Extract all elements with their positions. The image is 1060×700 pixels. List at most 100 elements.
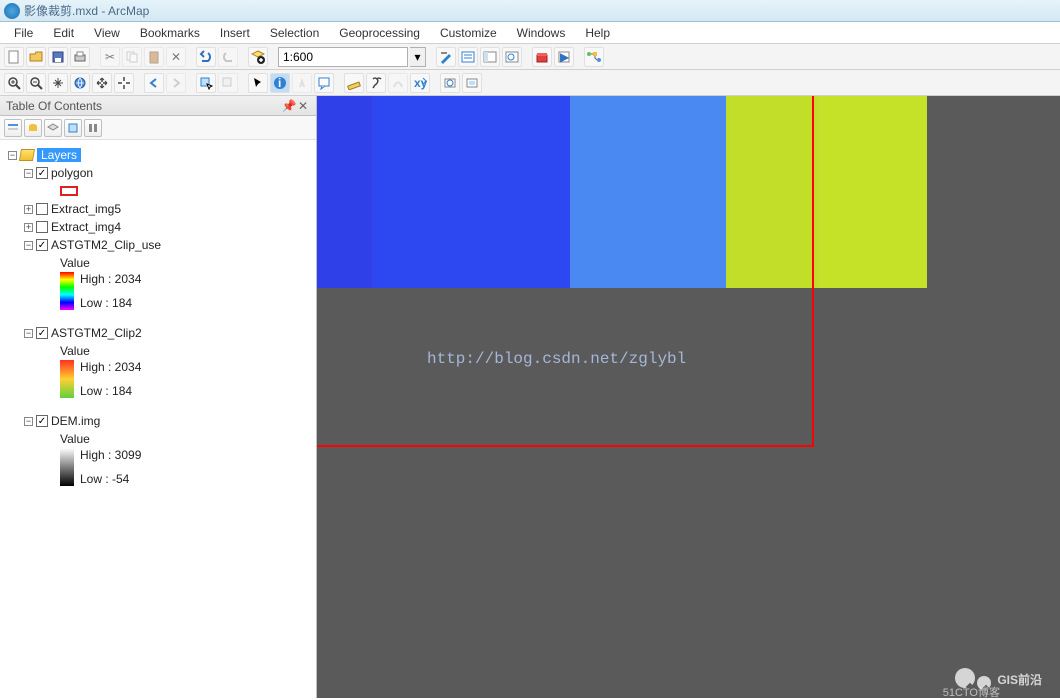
pan-icon[interactable]: [48, 73, 68, 93]
pointer-icon[interactable]: [248, 73, 268, 93]
menu-bookmarks[interactable]: Bookmarks: [132, 24, 208, 42]
zoom-out-icon[interactable]: [26, 73, 46, 93]
layer-label[interactable]: Extract_img5: [51, 202, 121, 216]
select-features-icon[interactable]: [196, 73, 216, 93]
editor-toolbar-icon[interactable]: [436, 47, 456, 67]
clear-selection-icon: [218, 73, 238, 93]
map-canvas[interactable]: http://blog.csdn.net/zglybl: [317, 96, 1060, 480]
collapse-icon[interactable]: −: [24, 169, 33, 178]
layer-astgtm2-clip2[interactable]: − ASTGTM2_Clip2: [4, 324, 312, 342]
search-icon[interactable]: [502, 47, 522, 67]
identify-icon[interactable]: i: [270, 73, 290, 93]
polygon-symbol[interactable]: [4, 182, 312, 200]
time-slider-icon[interactable]: [440, 73, 460, 93]
window-title: 影像裁剪.mxd - ArcMap: [24, 2, 149, 19]
svg-text:xy: xy: [414, 76, 427, 90]
menu-geoprocessing[interactable]: Geoprocessing: [331, 24, 428, 42]
layer-label[interactable]: Extract_img4: [51, 220, 121, 234]
layer-checkbox[interactable]: [36, 221, 48, 233]
layer-checkbox[interactable]: [36, 327, 48, 339]
tools-toolbar: i xy: [0, 70, 1060, 96]
toc-icon[interactable]: [458, 47, 478, 67]
menu-insert[interactable]: Insert: [212, 24, 258, 42]
menu-help[interactable]: Help: [577, 24, 618, 42]
low-label: Low : -54: [80, 472, 141, 486]
fixed-zoom-in-icon[interactable]: [92, 73, 112, 93]
list-by-visibility-icon[interactable]: [44, 119, 62, 137]
menu-windows[interactable]: Windows: [509, 24, 574, 42]
layer-checkbox[interactable]: [36, 167, 48, 179]
pin-icon[interactable]: 📌: [282, 99, 296, 113]
layer-extract-img5[interactable]: + Extract_img5: [4, 200, 312, 218]
expand-icon[interactable]: +: [24, 205, 33, 214]
model-builder-icon[interactable]: [584, 47, 604, 67]
watermark-text: GIS前沿: [997, 671, 1042, 688]
viewer-window-icon[interactable]: [462, 73, 482, 93]
list-by-selection-icon[interactable]: [64, 119, 82, 137]
layer-label[interactable]: polygon: [51, 166, 93, 180]
options-icon[interactable]: [84, 119, 102, 137]
color-ramp-gray-icon: [60, 448, 74, 486]
goto-xy-icon[interactable]: xy: [410, 73, 430, 93]
menu-file[interactable]: File: [6, 24, 41, 42]
collapse-icon[interactable]: −: [24, 417, 33, 426]
list-by-source-icon[interactable]: [24, 119, 42, 137]
layer-checkbox[interactable]: [36, 203, 48, 215]
toc-tree[interactable]: − Layers − polygon + Extract_img5 + Extr…: [0, 140, 316, 698]
measure-icon[interactable]: [344, 73, 364, 93]
layer-extract-img4[interactable]: + Extract_img4: [4, 218, 312, 236]
map-view[interactable]: http://blog.csdn.net/zglybl GIS前沿 51CTO博…: [317, 96, 1060, 698]
add-data-icon[interactable]: [248, 47, 268, 67]
layer-polygon[interactable]: − polygon: [4, 164, 312, 182]
find-route-icon: [388, 73, 408, 93]
polygon-edge: [317, 445, 814, 447]
layer-label[interactable]: ASTGTM2_Clip_use: [51, 238, 161, 252]
layer-checkbox[interactable]: [36, 239, 48, 251]
collapse-icon[interactable]: −: [24, 241, 33, 250]
scale-input[interactable]: 1:600: [278, 47, 408, 67]
open-icon[interactable]: [26, 47, 46, 67]
menu-selection[interactable]: Selection: [262, 24, 327, 42]
scale-value: 1:600: [283, 50, 313, 64]
low-label: Low : 184: [80, 296, 141, 310]
zoom-in-icon[interactable]: [4, 73, 24, 93]
layer-checkbox[interactable]: [36, 415, 48, 427]
expand-icon[interactable]: +: [24, 223, 33, 232]
full-extent-icon[interactable]: [70, 73, 90, 93]
layer-astgtm2-clip-use[interactable]: − ASTGTM2_Clip_use: [4, 236, 312, 254]
new-icon[interactable]: [4, 47, 24, 67]
close-icon[interactable]: ✕: [296, 99, 310, 113]
layers-root[interactable]: − Layers: [4, 146, 312, 164]
menu-edit[interactable]: Edit: [45, 24, 82, 42]
layer-label[interactable]: ASTGTM2_Clip2: [51, 326, 142, 340]
layer-dem-img[interactable]: − DEM.img: [4, 412, 312, 430]
save-icon[interactable]: [48, 47, 68, 67]
fixed-zoom-out-icon[interactable]: [114, 73, 134, 93]
scale-dropdown-icon[interactable]: ▾: [410, 47, 426, 67]
back-icon[interactable]: [144, 73, 164, 93]
menu-view[interactable]: View: [86, 24, 128, 42]
raster-cell: [726, 96, 819, 288]
data-frame-icon: [19, 149, 35, 161]
high-label: High : 3099: [80, 448, 141, 462]
forward-icon: [166, 73, 186, 93]
catalog-icon[interactable]: [480, 47, 500, 67]
collapse-icon[interactable]: −: [24, 329, 33, 338]
watermark-url: http://blog.csdn.net/zglybl: [427, 350, 686, 368]
toc-panel: Table Of Contents 📌 ✕ − Layers − polygon: [0, 96, 317, 698]
html-popup-icon[interactable]: [314, 73, 334, 93]
arctoolbox-icon[interactable]: [532, 47, 552, 67]
toc-buttons: [0, 116, 316, 140]
svg-text:▶: ▶: [560, 50, 570, 64]
layers-label[interactable]: Layers: [37, 148, 81, 162]
arcmap-icon: [4, 3, 20, 19]
print-icon[interactable]: [70, 47, 90, 67]
find-icon[interactable]: [366, 73, 386, 93]
rect-outline-icon: [60, 186, 78, 196]
menu-customize[interactable]: Customize: [432, 24, 505, 42]
python-icon[interactable]: ▶: [554, 47, 574, 67]
collapse-icon[interactable]: −: [8, 151, 17, 160]
layer-label[interactable]: DEM.img: [51, 414, 100, 428]
list-by-drawing-order-icon[interactable]: [4, 119, 22, 137]
undo-icon[interactable]: [196, 47, 216, 67]
